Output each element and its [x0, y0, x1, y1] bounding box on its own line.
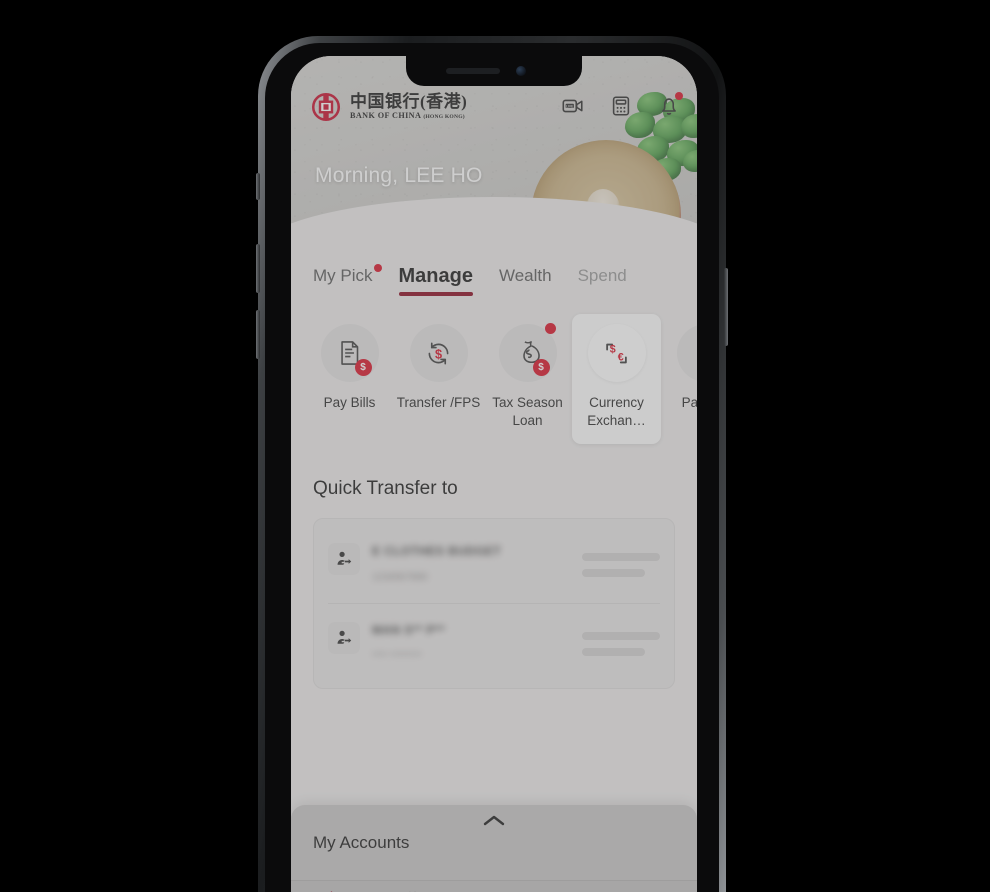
placeholder-bar	[582, 553, 660, 561]
svg-text:€: €	[618, 351, 624, 363]
tab-my-pick-label: My Pick	[313, 266, 373, 285]
svg-text:$: $	[435, 346, 442, 361]
my-accounts-sheet[interactable]: My Accounts	[291, 805, 697, 880]
quick-transfer-card: E CLOTHES BUDGET 1234567890 MAN S** P** …	[313, 518, 675, 689]
tab-spend-label: Spend	[577, 266, 627, 285]
pay-bills-icon-circle: $	[320, 324, 379, 382]
notification-dot-badge	[675, 92, 683, 100]
tab-my-pick-badge-dot	[373, 264, 382, 272]
person-transfer-icon	[328, 543, 360, 575]
quick-transfer-row-subtitle: **** ********	[372, 651, 422, 662]
quick-action-transfer-fps[interactable]: $ Transfer /FPS	[394, 314, 483, 412]
svg-text:LIVE: LIVE	[566, 104, 574, 108]
greeting-text: Morning, LEE HO	[315, 164, 483, 187]
phone-screen: 中国银行(香港) BANK OF CHINA (HONG KONG) LIVE	[291, 56, 697, 892]
quick-action-tax-season-loan-label: Tax Season Loan	[492, 395, 563, 428]
header-icon-row: LIVE	[561, 92, 683, 118]
quick-transfer-row-amount-placeholder	[582, 622, 660, 656]
phone-power-button[interactable]	[724, 268, 728, 346]
quick-transfer-row-texts: MAN S** P** **** ********	[372, 622, 570, 662]
quick-transfer-row[interactable]: E CLOTHES BUDGET 1234567890	[328, 525, 660, 603]
quick-transfer-row-name: E CLOTHES BUDGET	[372, 544, 502, 558]
svg-text:$: $	[610, 343, 616, 355]
quick-action-tax-season-loan[interactable]: $ Tax Season Loan	[483, 314, 572, 430]
phone-volume-down-button[interactable]	[256, 310, 260, 359]
placeholder-bar	[582, 569, 645, 577]
screenshot-stage: 中国银行(香港) BANK OF CHINA (HONG KONG) LIVE	[0, 0, 990, 892]
placeholder-bar	[582, 648, 645, 656]
earpiece-speaker	[446, 68, 500, 74]
main-content-sheet: My Pick Manage Wealth Spend $ Pay Bills …	[291, 241, 697, 841]
tab-my-pick[interactable]: My Pick	[313, 264, 382, 296]
tax-season-loan-icon-circle: $	[498, 323, 557, 382]
currency-exchange-icon-circle: $ €	[587, 324, 646, 382]
tax-season-loan-notification-dot	[544, 323, 556, 334]
calculator-icon[interactable]	[609, 94, 633, 118]
phone-notch	[406, 56, 582, 86]
currency-exchange-icon: $ €	[602, 339, 631, 368]
transfer-circular-arrows-icon: $	[423, 338, 454, 369]
brand-name-cn: 中国银行(香港)	[350, 92, 468, 112]
person-transfer-icon	[328, 622, 360, 654]
boc-logo-icon	[311, 92, 341, 122]
tab-wealth[interactable]: Wealth	[499, 266, 552, 296]
quick-transfer-title: Quick Transfer to	[313, 478, 458, 499]
tab-manage[interactable]: Manage	[398, 265, 473, 296]
quick-transfer-row-amount-placeholder	[582, 543, 660, 577]
quick-action-transfer-fps-label: Transfer /FPS	[396, 395, 481, 410]
brand-name-en: BANK OF CHINA (HONG KONG)	[350, 111, 465, 121]
transfer-fps-icon-circle: $	[409, 324, 468, 382]
placeholder-bar	[582, 632, 660, 640]
tab-wealth-label: Wealth	[498, 266, 552, 285]
tax-receipt-icon	[692, 339, 698, 367]
quick-transfer-row-name: MAN S** P**	[372, 623, 446, 637]
quick-action-pay-tax-label: Pay Tax	[681, 395, 697, 410]
tab-active-underline	[398, 292, 473, 296]
front-camera	[516, 66, 526, 76]
quick-transfer-row[interactable]: MAN S** P** **** ********	[328, 603, 660, 682]
tab-manage-label: Manage	[398, 265, 473, 287]
quick-action-pay-bills[interactable]: $ Pay Bills	[305, 314, 394, 412]
chevron-up-icon[interactable]	[481, 813, 507, 829]
pay-bills-dollar-badge: $	[354, 359, 372, 376]
bottom-tab-bar: Home LiveReward	[291, 880, 697, 892]
quick-action-currency-exchange[interactable]: $ € Currency Exchan…	[572, 314, 661, 444]
quick-action-row: $ Pay Bills $ Transfer /FPS $ Tax Season…	[291, 296, 697, 450]
quick-transfer-row-texts: E CLOTHES BUDGET 1234567890	[372, 543, 570, 583]
tab-spend[interactable]: Spend	[578, 266, 627, 296]
brand-lockup: 中国银行(香港) BANK OF CHINA (HONG KONG)	[311, 92, 467, 122]
quick-transfer-row-subtitle: 1234567890	[372, 572, 428, 583]
live-video-icon[interactable]: LIVE	[561, 94, 585, 118]
my-accounts-title: My Accounts	[313, 833, 410, 852]
section-tab-bar: My Pick Manage Wealth Spend	[291, 249, 697, 296]
quick-action-currency-exchange-label: Currency Exchan…	[587, 395, 646, 428]
pay-tax-icon-circle	[676, 324, 698, 382]
phone-volume-up-button[interactable]	[256, 244, 260, 293]
phone-mute-switch[interactable]	[256, 173, 260, 200]
quick-action-pay-bills-label: Pay Bills	[323, 395, 376, 410]
tax-season-loan-dollar-badge: $	[532, 359, 550, 376]
quick-action-pay-tax[interactable]: Pay Tax	[661, 314, 697, 412]
notification-bell-icon[interactable]	[657, 92, 683, 118]
